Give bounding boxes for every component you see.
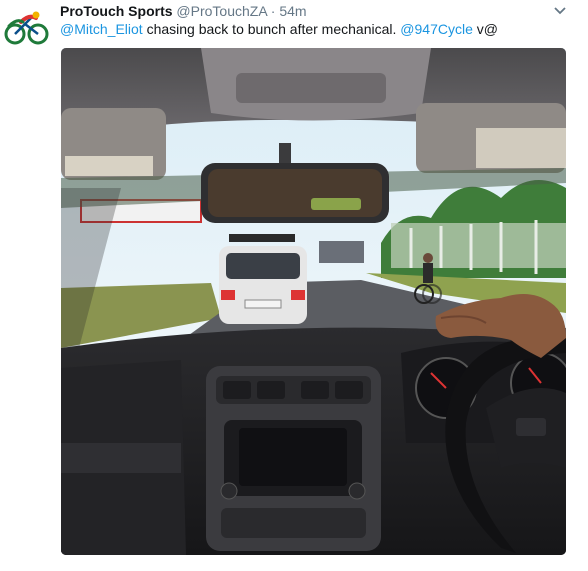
tweet-text: @Mitch_Eliot chasing back to bunch after… xyxy=(60,19,568,39)
avatar[interactable] xyxy=(3,4,51,52)
dashcam-photo xyxy=(61,48,566,555)
tweet-body: chasing back to bunch after mechanical. xyxy=(142,21,401,37)
mention-link[interactable]: @947Cycle xyxy=(400,21,473,37)
tweet[interactable]: ProTouch Sports @ProTouchZA · 54m @Mitch… xyxy=(0,0,588,571)
author-name[interactable]: ProTouch Sports xyxy=(60,3,173,19)
separator: · xyxy=(270,3,276,19)
more-options-button[interactable] xyxy=(552,4,568,16)
chevron-down-icon xyxy=(554,7,566,15)
tweet-photo[interactable] xyxy=(61,48,566,555)
timestamp[interactable]: 54m xyxy=(279,3,306,19)
tweet-tail: v@ xyxy=(472,21,498,37)
mention-link[interactable]: @Mitch_Eliot xyxy=(60,21,143,37)
author-handle[interactable]: @ProTouchZA xyxy=(176,3,266,19)
tweet-header: ProTouch Sports @ProTouchZA · 54m xyxy=(60,2,548,20)
cyclist-logo-icon xyxy=(4,11,49,45)
